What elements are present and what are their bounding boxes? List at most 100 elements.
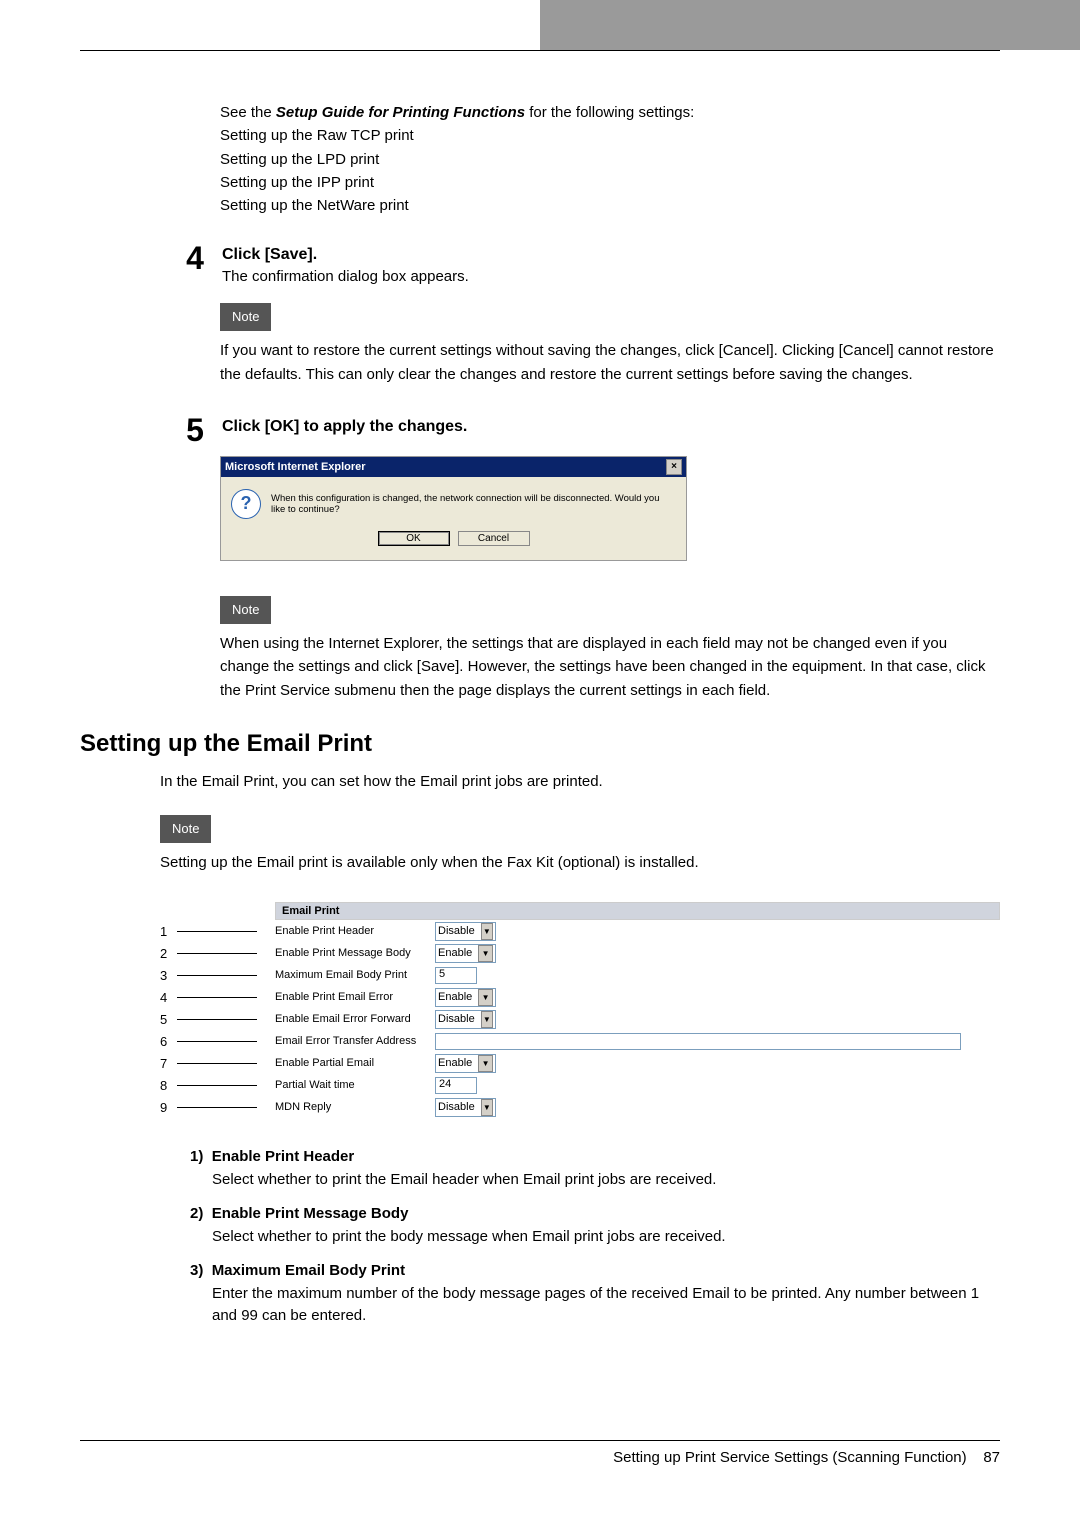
ep-line: [177, 1084, 257, 1086]
ep-line: [177, 930, 257, 932]
def-1-body: Select whether to print the Email header…: [212, 1169, 1000, 1192]
intro-line-1: Setting up the LPD print: [220, 148, 1000, 171]
def-2-title: Enable Print Message Body: [212, 1205, 409, 1222]
max-email-body-print-input[interactable]: 5: [435, 967, 477, 984]
ep-num-2: 2: [160, 946, 175, 961]
ep-row-5: 5 Enable Email Error Forward Disable ▼: [160, 1008, 1000, 1030]
note-1-text: If you want to restore the current setti…: [220, 339, 1000, 386]
section-intro: In the Email Print, you can set how the …: [160, 773, 1000, 790]
section-heading: Setting up the Email Print: [80, 730, 1000, 758]
intro-line-3: Setting up the NetWare print: [220, 194, 1000, 217]
ep-label-7: Enable Partial Email: [275, 1057, 435, 1069]
footer-title: Setting up Print Service Settings (Scann…: [613, 1449, 967, 1466]
cancel-button[interactable]: Cancel: [458, 531, 530, 546]
ep-value-9: Disable: [438, 1101, 475, 1113]
ep-value-7: Enable: [438, 1057, 472, 1069]
definition-3: 3) Maximum Email Body Print Enter the ma…: [190, 1260, 1000, 1328]
ep-label-8: Partial Wait time: [275, 1079, 435, 1091]
page-content: See the Setup Guide for Printing Functio…: [0, 51, 1080, 1370]
chevron-down-icon: ▼: [481, 1099, 493, 1116]
step-4-title: Click [Save].: [222, 246, 1000, 264]
ep-value-2: Enable: [438, 947, 472, 959]
chevron-down-icon: ▼: [481, 1011, 493, 1028]
ep-line: [177, 952, 257, 954]
ep-label-5: Enable Email Error Forward: [275, 1013, 435, 1025]
step-4-desc: The confirmation dialog box appears.: [222, 268, 1000, 285]
ep-row-7: 7 Enable Partial Email Enable ▼: [160, 1052, 1000, 1074]
email-error-transfer-address-input[interactable]: [435, 1033, 961, 1050]
chevron-down-icon: ▼: [478, 945, 493, 962]
ep-row-4: 4 Enable Print Email Error Enable ▼: [160, 986, 1000, 1008]
def-3-num: 3): [190, 1262, 203, 1279]
intro-line-0: Setting up the Raw TCP print: [220, 124, 1000, 147]
ep-line: [177, 974, 257, 976]
chevron-down-icon: ▼: [478, 989, 493, 1006]
definition-2: 2) Enable Print Message Body Select whet…: [190, 1203, 1000, 1248]
note-1: Note If you want to restore the current …: [220, 303, 1000, 386]
enable-print-email-error-select[interactable]: Enable ▼: [435, 988, 496, 1007]
ep-row-2: 2 Enable Print Message Body Enable ▼: [160, 942, 1000, 964]
dialog-title-text: Microsoft Internet Explorer: [225, 461, 366, 473]
definition-1: 1) Enable Print Header Select whether to…: [190, 1146, 1000, 1191]
close-icon[interactable]: ×: [666, 459, 682, 475]
ep-num-7: 7: [160, 1056, 175, 1071]
ep-num-3: 3: [160, 968, 175, 983]
ep-num-4: 4: [160, 990, 175, 1005]
guide-title: Setup Guide for Printing Functions: [276, 104, 525, 121]
header-bar: [0, 0, 1080, 50]
intro-line-2: Setting up the IPP print: [220, 171, 1000, 194]
ep-label-2: Enable Print Message Body: [275, 947, 435, 959]
ep-line: [177, 1062, 257, 1064]
ep-value-1: Disable: [438, 925, 475, 937]
ep-row-6: 6 Email Error Transfer Address: [160, 1030, 1000, 1052]
note-3-label: Note: [160, 815, 211, 843]
ep-line: [177, 1040, 257, 1042]
question-icon: ?: [231, 489, 261, 519]
enable-email-error-forward-select[interactable]: Disable ▼: [435, 1010, 496, 1029]
intro-block: See the Setup Guide for Printing Functio…: [220, 101, 1000, 217]
def-2-num: 2): [190, 1205, 203, 1222]
intro-prefix: See the: [220, 104, 276, 121]
mdn-reply-select[interactable]: Disable ▼: [435, 1098, 496, 1117]
partial-wait-time-input[interactable]: 24: [435, 1077, 477, 1094]
ep-line: [177, 1018, 257, 1020]
ep-row-1: 1 Enable Print Header Disable ▼: [160, 920, 1000, 942]
page-footer: Setting up Print Service Settings (Scann…: [80, 1440, 1000, 1466]
note-2-text: When using the Internet Explorer, the se…: [220, 632, 1000, 702]
note-2: Note When using the Internet Explorer, t…: [220, 596, 1000, 702]
ep-num-5: 5: [160, 1012, 175, 1027]
ep-value-5: Disable: [438, 1013, 475, 1025]
header-right: [540, 0, 1080, 50]
ep-row-3: 3 Maximum Email Body Print 5: [160, 964, 1000, 986]
def-3-title: Maximum Email Body Print: [212, 1262, 405, 1279]
chevron-down-icon: ▼: [481, 923, 493, 940]
step-5-number: 5: [180, 414, 210, 446]
ep-line: [177, 996, 257, 998]
ep-num-1: 1: [160, 924, 175, 939]
ep-label-4: Enable Print Email Error: [275, 991, 435, 1003]
step-5-title: Click [OK] to apply the changes.: [222, 418, 1000, 436]
intro-suffix: for the following settings:: [525, 104, 694, 121]
ep-line: [177, 1106, 257, 1108]
dialog-message: When this configuration is changed, the …: [271, 493, 676, 515]
enable-print-message-body-select[interactable]: Enable ▼: [435, 944, 496, 963]
ep-num-9: 9: [160, 1100, 175, 1115]
ep-num-8: 8: [160, 1078, 175, 1093]
email-print-table: Email Print 1 Enable Print Header Disabl…: [160, 902, 1000, 1118]
header-left: [0, 0, 540, 50]
note-2-label: Note: [220, 596, 271, 624]
ep-row-8: 8 Partial Wait time 24: [160, 1074, 1000, 1096]
ep-label-1: Enable Print Header: [275, 925, 435, 937]
chevron-down-icon: ▼: [478, 1055, 493, 1072]
step-4: 4 Click [Save]. The confirmation dialog …: [80, 242, 1000, 285]
note-1-label: Note: [220, 303, 271, 331]
footer-page: 87: [983, 1449, 1000, 1466]
step-5: 5 Click [OK] to apply the changes.: [80, 414, 1000, 446]
ok-button[interactable]: OK: [378, 531, 450, 546]
enable-print-header-select[interactable]: Disable ▼: [435, 922, 496, 941]
note-3: Note Setting up the Email print is avail…: [160, 815, 1000, 874]
ep-label-9: MDN Reply: [275, 1101, 435, 1113]
step-4-number: 4: [180, 242, 210, 274]
ep-num-6: 6: [160, 1034, 175, 1049]
enable-partial-email-select[interactable]: Enable ▼: [435, 1054, 496, 1073]
